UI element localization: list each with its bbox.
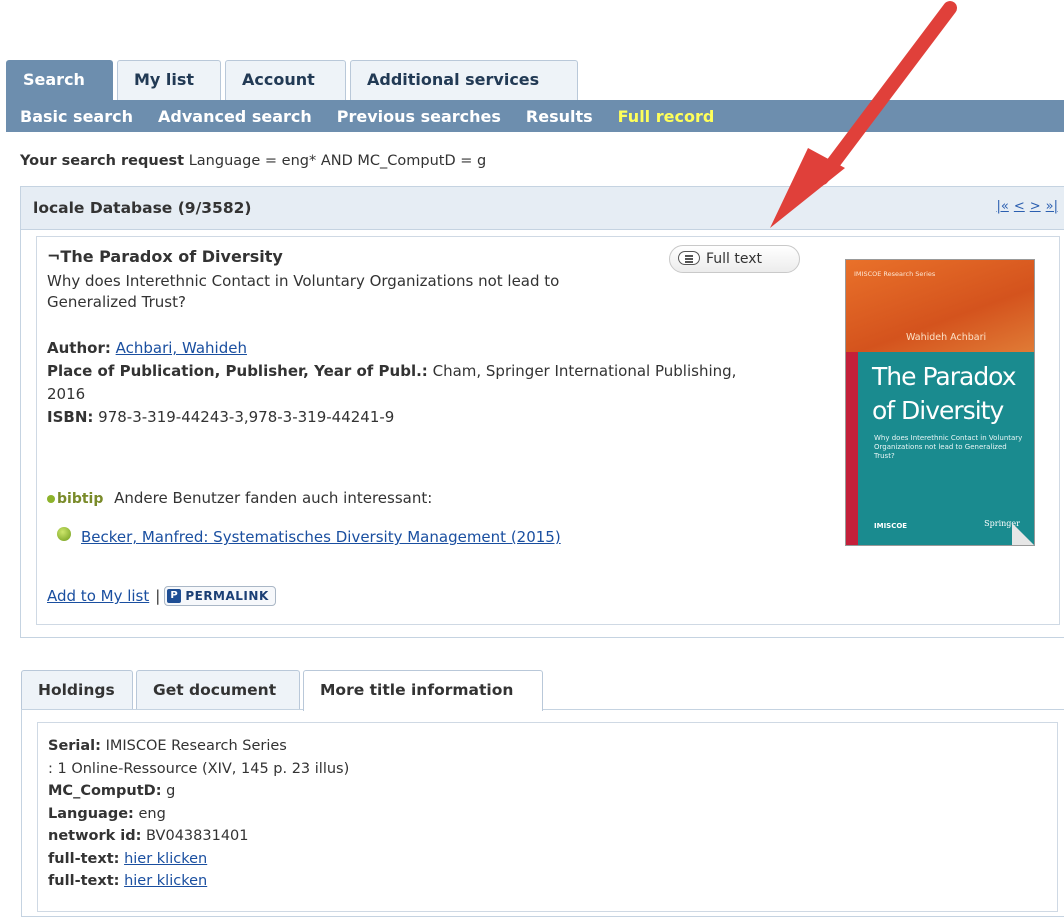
main-tabs: Search My list Account Additional servic… xyxy=(6,60,582,100)
cover-author: Wahideh Achbari xyxy=(906,332,987,343)
arrow-shaft xyxy=(815,1,957,185)
search-request-label: Your search request xyxy=(20,153,185,169)
detail-tabs: Holdings Get document More title informa… xyxy=(21,670,546,711)
record-card: ¬The Paradox of Diversity Why does Inter… xyxy=(36,236,1060,625)
tab-additional-services[interactable]: Additional services xyxy=(350,60,578,100)
author-label: Author: xyxy=(47,339,111,357)
cover-top-band: IMISCOE Research Series Wahideh Achbari xyxy=(846,260,1034,352)
more-info-panel: Serial: IMISCOE Research Series : 1 Onli… xyxy=(21,709,1064,917)
permalink-label: PERMALINK xyxy=(185,589,269,603)
cover-title: The Paradox of Diversity xyxy=(872,360,1017,428)
cover-title-line2: of Diversity xyxy=(872,396,1004,425)
nav-basic-search[interactable]: Basic search xyxy=(20,107,133,126)
bibtip-logo: bibtip xyxy=(47,491,103,507)
tab-more-title-information[interactable]: More title information xyxy=(303,670,543,711)
document-icon xyxy=(678,251,700,265)
isbn-label: ISBN: xyxy=(47,408,94,426)
nav-previous-searches[interactable]: Previous searches xyxy=(337,107,501,126)
record-fields: Author: Achbari, Wahideh Place of Public… xyxy=(47,337,747,429)
nav-advanced-search[interactable]: Advanced search xyxy=(158,107,312,126)
cover-subtitle: Why does Interethnic Contact in Voluntar… xyxy=(874,434,1023,460)
full-text-link[interactable]: hier klicken xyxy=(124,851,207,867)
publication-label: Place of Publication, Publisher, Year of… xyxy=(47,362,428,380)
info-row-full-text-2: full-text: hier klicken xyxy=(48,873,208,889)
search-request-query: Language = eng* AND MC_ComputD = g xyxy=(188,153,487,169)
nav-results[interactable]: Results xyxy=(526,107,593,126)
bibtip-section: bibtip Andere Benutzer fanden auch inter… xyxy=(47,489,432,507)
permalink-icon: P xyxy=(167,589,182,603)
database-header: locale Database (9/3582) |« < > »| xyxy=(20,186,1064,230)
info-row-mc-computd: MC_ComputD: g xyxy=(48,783,176,799)
pager-first[interactable]: |« xyxy=(997,199,1009,214)
info-row-full-text-1: full-text: hier klicken xyxy=(48,850,208,867)
more-info-card: Serial: IMISCOE Research Series : 1 Onli… xyxy=(37,722,1058,912)
cover-imiscoe: IMISCOE xyxy=(874,522,908,530)
bibtip-text: Andere Benutzer fanden auch interessant: xyxy=(114,489,433,507)
cover-series: IMISCOE Research Series xyxy=(854,270,936,278)
info-row-extent: : 1 Online-Ressource (XIV, 145 p. 23 ill… xyxy=(48,760,350,777)
add-to-my-list-link[interactable]: Add to My list xyxy=(47,587,149,605)
database-title: locale Database (9/3582) xyxy=(33,199,252,217)
tab-holdings[interactable]: Holdings xyxy=(21,670,133,710)
record-actions: Add to My list | P PERMALINK xyxy=(47,586,276,606)
cover-page-curl xyxy=(1012,523,1034,545)
record-panel: ¬The Paradox of Diversity Why does Inter… xyxy=(20,230,1064,638)
bibtip-dot-icon xyxy=(47,495,55,503)
full-text-button[interactable]: Full text xyxy=(669,245,800,273)
record-subtitle: Why does Interethnic Contact in Voluntar… xyxy=(47,272,560,311)
more-info-list: Serial: IMISCOE Research Series : 1 Onli… xyxy=(48,735,349,893)
info-row-network-id: network id: BV043831401 xyxy=(48,828,249,844)
tab-get-document[interactable]: Get document xyxy=(136,670,300,710)
pager-prev[interactable]: < xyxy=(1014,199,1025,214)
cover-title-line1: The Paradox xyxy=(872,362,1017,391)
cover-red-bar xyxy=(846,352,858,545)
book-cover-image[interactable]: IMISCOE Research Series Wahideh Achbari … xyxy=(845,259,1035,546)
full-text-link[interactable]: hier klicken xyxy=(124,873,207,889)
pager-next[interactable]: > xyxy=(1030,199,1041,214)
separator: | xyxy=(155,587,161,605)
full-text-label: Full text xyxy=(706,251,763,267)
isbn-row: ISBN: 978-3-319-44243-3,978-3-319-44241-… xyxy=(47,406,747,429)
permalink-button[interactable]: P PERMALINK xyxy=(164,586,276,606)
search-request: Your search request Language = eng* AND … xyxy=(20,153,486,169)
tab-my-list[interactable]: My list xyxy=(117,60,221,100)
isbn-value: 978-3-319-44243-3,978-3-319-44241-9 xyxy=(98,408,395,426)
globe-icon xyxy=(57,527,71,541)
info-row-serial: Serial: IMISCOE Research Series xyxy=(48,738,287,754)
nav-full-record[interactable]: Full record xyxy=(618,107,715,126)
related-item: Becker, Manfred: Systematisches Diversit… xyxy=(57,527,561,546)
author-row: Author: Achbari, Wahideh xyxy=(47,337,747,360)
record-pager: |« < > »| xyxy=(997,199,1059,214)
publication-row: Place of Publication, Publisher, Year of… xyxy=(47,360,737,406)
pager-last[interactable]: »| xyxy=(1046,199,1058,214)
author-link[interactable]: Achbari, Wahideh xyxy=(116,339,247,357)
record-title: ¬The Paradox of Diversity xyxy=(47,247,283,266)
sub-navigation: Basic search Advanced search Previous se… xyxy=(6,100,1064,132)
related-link[interactable]: Becker, Manfred: Systematisches Diversit… xyxy=(81,528,561,546)
info-row-language: Language: eng xyxy=(48,805,166,822)
tab-account[interactable]: Account xyxy=(225,60,346,100)
tab-search[interactable]: Search xyxy=(6,60,113,100)
